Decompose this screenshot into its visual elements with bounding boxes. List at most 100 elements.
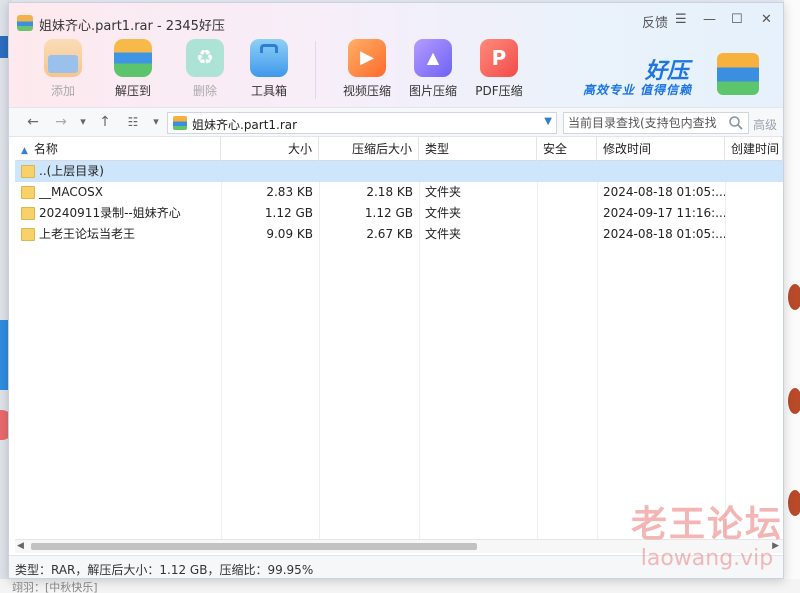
background-app-bottom: 翊羽：[中秋快乐] — [0, 579, 800, 593]
maximize-icon[interactable]: ☐ — [731, 12, 747, 27]
cell-created — [725, 182, 783, 203]
path-field[interactable]: 姐妹齐心.part1.rar ▼ — [167, 112, 557, 134]
status-bar: 类型：RAR，解压后大小：1.12 GB，压缩比：99.95% — [9, 555, 783, 578]
cell-modified: 2024-08-18 01:05:... — [603, 185, 725, 199]
close-icon[interactable]: ✕ — [761, 12, 777, 27]
cell-created — [725, 161, 783, 182]
cell-type: 文件夹 — [425, 185, 462, 199]
extract-icon — [114, 39, 152, 77]
scroll-right-icon[interactable]: ▶ — [772, 541, 779, 551]
cell-modified: 2024-08-18 01:05:... — [603, 227, 725, 241]
search-input[interactable] — [568, 115, 718, 131]
cell-safety — [537, 161, 597, 182]
cell-type: 文件夹 — [425, 227, 462, 241]
archive-icon — [173, 116, 187, 130]
delete-icon — [186, 39, 224, 77]
table-header: ▲ 名称 大小 压缩后大小 类型 安全 修改时间 创建时间 — [15, 137, 783, 161]
avatar — [788, 490, 800, 516]
column-header-name-label: 名称 — [33, 142, 58, 156]
row-name: 上老王论坛当老王 — [39, 227, 136, 241]
advanced-search-link[interactable]: 高级 — [753, 116, 777, 133]
table-row[interactable]: __MACOSX 2.83 KB 2.18 KB 文件夹 2024-08-18 … — [15, 182, 783, 203]
delete-button[interactable]: 删除 — [177, 39, 233, 99]
background-app-right-edge — [784, 0, 800, 593]
cell-packed-size: 2.67 KB — [366, 227, 413, 241]
cell-size — [221, 161, 319, 182]
pdf-compress-icon — [480, 39, 518, 77]
search-box — [563, 112, 749, 134]
toolbar-divider — [315, 41, 316, 99]
status-text: 类型：RAR，解压后大小：1.12 GB，压缩比：99.95% — [15, 563, 314, 577]
brand-slogan: 高效专业 值得信赖 — [583, 83, 693, 97]
path-dropdown-icon[interactable]: ▼ — [544, 116, 552, 127]
toolbox-button-label: 工具箱 — [250, 84, 287, 98]
background-chat-text: 翊羽：[中秋快乐] — [12, 581, 98, 593]
forward-arrow-icon[interactable]: → — [53, 114, 69, 130]
scrollbar-thumb[interactable] — [31, 543, 477, 550]
cell-modified: 2024-09-17 11:16:... — [603, 206, 725, 220]
column-header-safety[interactable]: 安全 — [537, 137, 597, 161]
column-header-created[interactable]: 创建时间 — [725, 137, 783, 161]
toolbox-button[interactable]: 工具箱 — [241, 39, 297, 99]
toolbox-icon — [250, 39, 288, 77]
cell-name: 20240911录制--姐妹齐心 — [15, 203, 221, 224]
minimize-icon[interactable]: — — [703, 12, 719, 27]
window-title: 姐妹齐心.part1.rar - 2345好压 — [39, 19, 225, 34]
horizontal-scrollbar[interactable]: ◀ ▶ — [15, 539, 783, 553]
row-name: ..(上层目录) — [39, 164, 104, 178]
folder-icon — [21, 207, 35, 220]
scroll-left-icon[interactable]: ◀ — [17, 541, 24, 551]
history-dropdown-icon[interactable]: ▾ — [75, 114, 91, 130]
cell-modified — [597, 161, 725, 182]
avatar — [788, 388, 800, 414]
cell-safety — [537, 203, 597, 224]
back-arrow-icon[interactable]: ← — [25, 114, 41, 130]
cell-size: 9.09 KB — [266, 227, 313, 241]
video-compress-button[interactable]: 视频压缩 — [339, 39, 395, 99]
view-mode-icon[interactable]: ☷ — [125, 114, 141, 130]
cell-size: 1.12 GB — [264, 206, 313, 220]
search-icon[interactable] — [728, 115, 744, 131]
row-name: 20240911录制--姐妹齐心 — [39, 206, 181, 220]
pdf-compress-button-label: PDF压缩 — [475, 84, 523, 98]
cell-name: __MACOSX — [15, 182, 221, 203]
cell-type: 文件夹 — [425, 206, 462, 220]
add-icon — [44, 39, 82, 77]
image-compress-icon — [414, 39, 452, 77]
address-bar: ← → ▾ ↑ ☷ ▾ 姐妹齐心.part1.rar ▼ 高级 — [9, 107, 783, 137]
row-name: __MACOSX — [39, 185, 104, 199]
cell-packed-size: 2.18 KB — [366, 185, 413, 199]
cell-safety — [537, 224, 597, 245]
file-table: ▲ 名称 大小 压缩后大小 类型 安全 修改时间 创建时间 ..(上层目录) _… — [15, 137, 783, 555]
delete-button-label: 删除 — [192, 84, 217, 98]
column-header-size[interactable]: 大小 — [221, 137, 319, 161]
column-header-name[interactable]: ▲ 名称 — [15, 137, 221, 161]
image-compress-button[interactable]: 图片压缩 — [405, 39, 461, 99]
brand-logo-icon — [717, 53, 759, 95]
up-arrow-icon[interactable]: ↑ — [97, 114, 113, 130]
column-header-type[interactable]: 类型 — [419, 137, 537, 161]
table-row[interactable]: 上老王论坛当老王 9.09 KB 2.67 KB 文件夹 2024-08-18 … — [15, 224, 783, 245]
image-compress-button-label: 图片压缩 — [408, 84, 457, 98]
cell-packed-size — [319, 161, 419, 182]
cell-created — [725, 203, 783, 224]
view-dropdown-icon[interactable]: ▾ — [148, 114, 164, 130]
cell-size: 2.83 KB — [266, 185, 313, 199]
folder-icon — [21, 228, 35, 241]
table-row[interactable]: ..(上层目录) — [15, 161, 783, 182]
cell-name: ..(上层目录) — [15, 161, 221, 182]
cell-type — [419, 161, 537, 182]
add-button[interactable]: 添加 — [35, 39, 91, 99]
table-row[interactable]: 20240911录制--姐妹齐心 1.12 GB 1.12 GB 文件夹 202… — [15, 203, 783, 224]
column-header-packed-size[interactable]: 压缩后大小 — [319, 137, 419, 161]
cell-created — [725, 224, 783, 245]
titlebar: 姐妹齐心.part1.rar - 2345好压 反馈 ☰ — ☐ ✕ 添加 解压… — [9, 3, 783, 107]
video-compress-button-label: 视频压缩 — [342, 84, 391, 98]
feedback-button[interactable]: 反馈 — [642, 12, 668, 31]
menu-icon[interactable]: ☰ — [675, 12, 691, 27]
extract-to-button[interactable]: 解压到 — [105, 39, 161, 99]
pdf-compress-button[interactable]: PDF压缩 — [471, 39, 527, 99]
column-header-modified[interactable]: 修改时间 — [597, 137, 725, 161]
add-button-label: 添加 — [50, 84, 75, 98]
app-logo-icon — [17, 15, 33, 31]
